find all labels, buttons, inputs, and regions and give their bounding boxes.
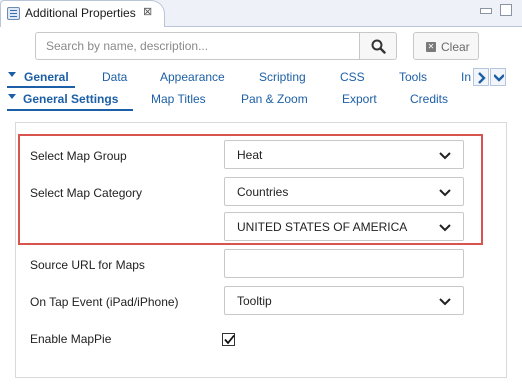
tab-export[interactable]: Export	[342, 92, 377, 106]
title-bar: Additional Properties ⊠	[0, 0, 522, 27]
tab-map-titles[interactable]: Map Titles	[151, 92, 206, 106]
checkmark-icon	[224, 334, 235, 345]
search-box	[35, 32, 360, 60]
chevron-down-icon	[8, 72, 16, 77]
source-url-field[interactable]	[224, 249, 464, 278]
tab-tools[interactable]: Tools	[399, 70, 427, 84]
tab-title: Additional Properties	[25, 6, 136, 20]
highlight-box	[18, 134, 483, 245]
tab-pan-zoom[interactable]: Pan & Zoom	[241, 92, 308, 106]
minimize-button[interactable]	[480, 8, 492, 14]
active-subtab-underline	[7, 109, 133, 111]
clear-label: Clear	[441, 40, 470, 54]
chevron-right-icon	[478, 72, 486, 84]
properties-tab[interactable]: Additional Properties ⊠	[0, 0, 165, 27]
on-tap-select[interactable]: Tooltip	[224, 286, 464, 315]
scroll-down-button[interactable]	[490, 68, 506, 86]
on-tap-label: On Tap Event (iPad/iPhone)	[30, 295, 179, 309]
tab-in[interactable]: In	[461, 70, 471, 84]
tab-appearance[interactable]: Appearance	[160, 70, 225, 84]
maximize-button[interactable]	[500, 4, 512, 16]
close-icon[interactable]: ⊠	[143, 5, 152, 18]
tab-general[interactable]: General	[24, 70, 69, 84]
chevron-down-icon	[494, 74, 504, 82]
properties-icon	[7, 7, 20, 20]
on-tap-value: Tooltip	[237, 294, 272, 308]
mappie-checkbox[interactable]	[222, 333, 235, 346]
tab-general-settings[interactable]: General Settings	[23, 92, 118, 106]
chevron-down-icon	[8, 94, 16, 99]
secondary-tabs: General Settings Map Titles Pan & Zoom E…	[0, 90, 522, 110]
tab-credits[interactable]: Credits	[410, 92, 448, 106]
primary-tabs: General Data Appearance Scripting CSS To…	[0, 68, 522, 88]
search-button[interactable]	[359, 32, 397, 60]
scroll-right-button[interactable]	[473, 68, 489, 86]
clear-icon: ✕	[426, 42, 436, 52]
source-url-label: Source URL for Maps	[30, 258, 145, 272]
active-tab-underline	[7, 86, 75, 88]
search-input[interactable]	[36, 33, 359, 59]
search-icon	[371, 39, 386, 54]
tab-data[interactable]: Data	[102, 70, 127, 84]
chevron-down-icon	[439, 298, 451, 306]
mappie-label: Enable MapPie	[30, 332, 112, 346]
clear-button[interactable]: ✕ Clear	[413, 32, 479, 60]
tab-scripting[interactable]: Scripting	[259, 70, 306, 84]
tab-css[interactable]: CSS	[340, 70, 365, 84]
